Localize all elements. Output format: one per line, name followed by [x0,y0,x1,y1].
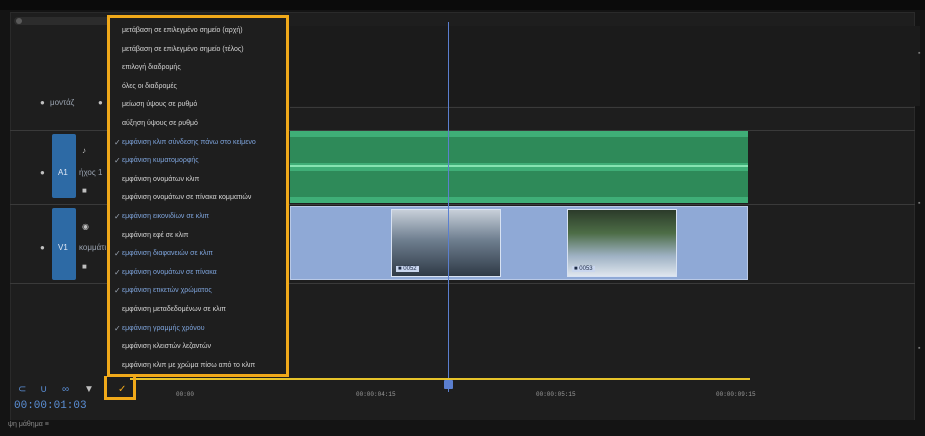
menu-item[interactable]: μετάβαση σε επιλεγμένο σημείο (τέλος) [122,41,290,58]
menu-item[interactable]: εμφάνιση κλιπ σύνδεσης πάνω στο κείμενο [122,134,290,151]
audio-level-line[interactable] [290,165,748,167]
audio-waveform-top [290,137,748,163]
menu-checkmark-icon: ✓ [114,249,121,259]
playhead-handle[interactable] [444,380,453,389]
audio-mute-icon[interactable]: ♪ [82,146,86,155]
header-toggle-icon[interactable]: ● [98,98,103,107]
playhead-line[interactable] [448,22,449,392]
zoom-scrollbar-handle[interactable] [16,18,22,24]
top-bar [0,0,925,10]
menu-item[interactable]: εμφάνιση εφέ σε κλιπ [122,227,290,244]
menu-item[interactable]: εμφάνιση ονομάτων σε πίνακα κομματιών [122,189,290,206]
menu-item[interactable]: εμφάνιση κλιπ με χρώμα πίσω από το κλιπ [122,357,290,374]
menu-item[interactable]: εμφάνιση ετικετών χρώματος [122,282,290,299]
menu-item[interactable]: εμφάνιση κλειστών λεζαντών [122,338,290,355]
menu-item[interactable]: εμφάνιση κυματομορφής [122,152,290,169]
video-visibility-icon[interactable]: ◉ [82,222,89,231]
menu-item[interactable]: επιλογή διαδρομής [122,59,290,76]
menu-item[interactable]: εμφάνιση γραμμής χρόνου [122,320,290,337]
magnet-icon[interactable]: ∪ [40,384,47,395]
audio-clip[interactable] [290,131,748,203]
menu-item[interactable]: εμφάνιση διαφανειών σε κλιπ [122,245,290,262]
video-clip[interactable]: ■ 0052 ■ 0053 [290,206,748,280]
time-ruler-label: 00:00 [176,391,195,398]
right-scroll-tick: ▪ [918,345,921,352]
menu-checkmark-icon: ✓ [114,267,121,277]
video-lock-icon[interactable]: ■ [82,262,87,271]
bottom-status-bar [0,420,925,436]
track-divider [290,107,915,108]
video-thumbnail-2: ■ 0053 [567,209,677,277]
sequence-tab-label[interactable]: ψη μάθημα ≡ [8,421,49,428]
marker-icon[interactable]: ▼ [84,384,94,395]
right-scroll-tick: ▪ [918,50,921,57]
menu-item[interactable]: εμφάνιση ονομάτων σε πίνακα [122,264,290,281]
audio-waveform-bottom [290,171,748,197]
timeline-settings-menu: μετάβαση σε επιλεγμένο σημείο (αρχή) μετά… [107,15,289,377]
header-eye-icon[interactable]: ● [40,98,45,107]
audio-solo-icon[interactable]: ■ [82,186,87,195]
menu-checkmark-icon: ✓ [114,286,121,296]
menu-item[interactable]: εμφάνιση εικονιδίων σε κλιπ [122,208,290,225]
timecode-display[interactable]: 00:00:01:03 [14,400,87,412]
time-ruler-label: 00:00:04:15 [356,391,396,398]
time-ruler-label: 00:00:09:15 [716,391,756,398]
header-name: μοντάζ [50,98,75,107]
menu-checkmark-icon: ✓ [114,212,121,221]
work-area-bar[interactable] [130,378,750,380]
timeline-ruler-area [290,26,920,106]
menu-item[interactable]: αύξηση ύψους σε ρυθμό [122,115,290,132]
clip-name-tag: ■ 0052 [396,266,419,272]
menu-item[interactable]: εμφάνιση ονομάτων κλιπ [122,171,290,188]
clip-name-tag: ■ 0053 [572,266,595,272]
video-track-label: V1 [58,243,68,252]
menu-item[interactable]: εμφάνιση μεταδεδομένων σε κλιπ [122,301,290,318]
audio-track-label: A1 [58,168,68,177]
audio-track-header[interactable] [52,134,76,198]
menu-checkmark-icon: ✓ [114,156,121,166]
right-scroll-tick: ▪ [918,200,921,207]
menu-checkmark-icon: ✓ [114,323,121,333]
video-thumbnail-1: ■ 0052 [391,209,501,277]
highlight-connector [104,376,136,400]
menu-item[interactable]: μείωση ύψους σε ρυθμό [122,96,290,113]
menu-checkmark-icon: ✓ [114,137,121,147]
time-ruler-label: 00:00:05:15 [536,391,576,398]
video-track-toggle-icon[interactable]: ● [40,243,45,252]
menu-item[interactable]: μετάβαση σε επιλεγμένο σημείο (αρχή) [122,22,290,39]
menu-item[interactable]: όλες οι διαδρομές [122,78,290,95]
link-icon[interactable]: ∞ [62,384,69,395]
audio-track-toggle-icon[interactable]: ● [40,168,45,177]
snap-icon[interactable]: ⊂ [18,384,26,395]
audio-track-name: ήχος 1 [79,168,103,177]
